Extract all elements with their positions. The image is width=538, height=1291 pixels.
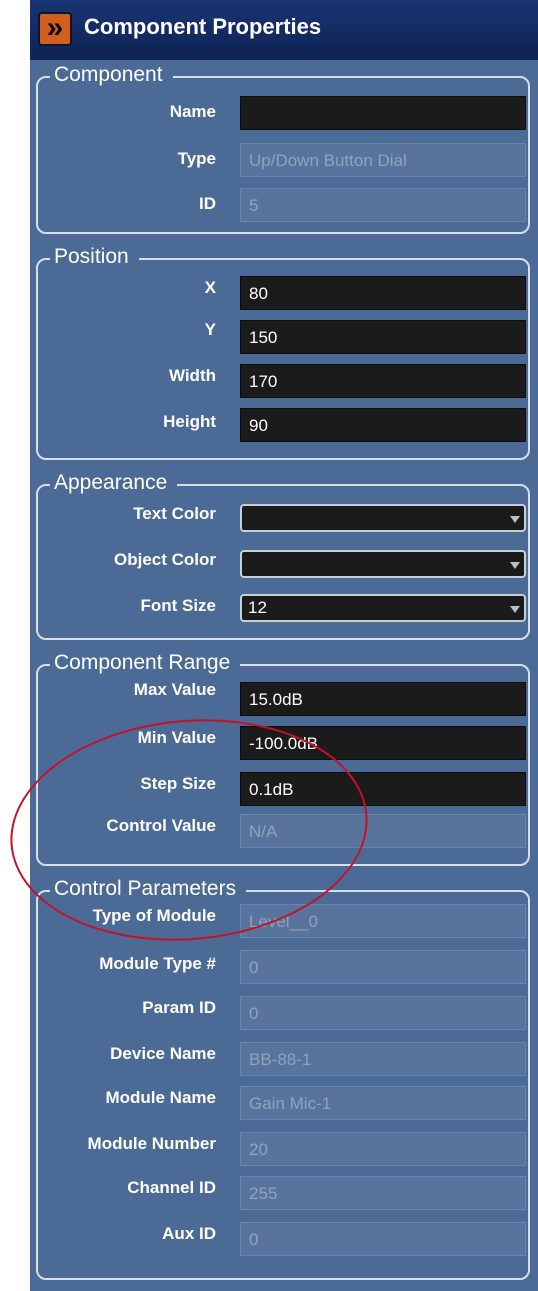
chevron-down-icon — [510, 562, 520, 569]
module-type-number-field: 0 — [240, 950, 526, 984]
height-field[interactable]: 90 — [240, 408, 526, 442]
device-name-label: Device Name — [110, 1044, 216, 1063]
type-label: Type — [177, 149, 216, 168]
x-label: X — [204, 278, 216, 297]
position-group: Position X 80 Y 150 Width 170 Height 90 — [36, 244, 530, 460]
chevron-down-icon — [510, 606, 520, 613]
text-color-label: Text Color — [133, 504, 216, 523]
text-color-select[interactable] — [240, 504, 526, 532]
object-color-label: Object Color — [113, 550, 216, 569]
name-label: Name — [169, 102, 216, 121]
object-color-select[interactable] — [240, 550, 526, 578]
x-field[interactable]: 80 — [240, 276, 526, 310]
component-properties-panel: » Component Properties Component Name Ty… — [30, 0, 538, 1291]
control-value-label: Control Value — [106, 816, 216, 835]
type-of-module-field: Level__0 — [240, 904, 526, 938]
width-field[interactable]: 170 — [240, 364, 526, 398]
y-field[interactable]: 150 — [240, 320, 526, 354]
aux-id-label: Aux ID — [162, 1224, 216, 1243]
component-group: Component Name Type Up/Down Button Dial … — [36, 62, 530, 234]
font-size-label: Font Size — [140, 596, 216, 615]
step-size-label: Step Size — [140, 774, 216, 793]
collapse-button[interactable]: » — [38, 12, 72, 46]
control-parameters-group-legend: Control Parameters — [50, 876, 247, 902]
appearance-group: Appearance Text Color Object Color Font … — [36, 470, 530, 640]
type-field: Up/Down Button Dial — [240, 143, 526, 177]
device-name-field: BB-88-1 — [240, 1042, 526, 1076]
name-field[interactable] — [240, 96, 526, 130]
id-label: ID — [199, 194, 216, 213]
max-value-field[interactable]: 15.0dB — [240, 682, 526, 716]
param-id-field: 0 — [240, 996, 526, 1030]
control-value-field: N/A — [240, 814, 526, 848]
module-name-label: Module Name — [105, 1088, 216, 1107]
max-value-label: Max Value — [133, 680, 216, 699]
min-value-label: Min Value — [137, 728, 216, 747]
channel-id-label: Channel ID — [127, 1178, 216, 1197]
appearance-group-legend: Appearance — [50, 470, 178, 496]
aux-id-field: 0 — [240, 1222, 526, 1256]
component-group-legend: Component — [50, 62, 173, 88]
module-number-label: Module Number — [87, 1134, 216, 1153]
height-label: Height — [163, 412, 216, 431]
component-range-group: Component Range Max Value 15.0dB Min Val… — [36, 650, 530, 866]
step-size-field[interactable]: 0.1dB — [240, 772, 526, 806]
width-label: Width — [168, 366, 216, 385]
channel-id-field: 255 — [240, 1176, 526, 1210]
chevron-down-icon — [510, 516, 520, 523]
component-range-group-legend: Component Range — [50, 650, 241, 676]
panel-title: Component Properties — [84, 14, 322, 39]
min-value-field[interactable]: -100.0dB — [240, 726, 526, 760]
control-parameters-group: Control Parameters Type of Module Level_… — [36, 876, 530, 1280]
param-id-label: Param ID — [142, 998, 216, 1017]
type-of-module-label: Type of Module — [92, 906, 216, 925]
panel-header: » Component Properties — [30, 0, 538, 60]
font-size-value: 12 — [248, 598, 267, 617]
module-name-field: Gain Mic-1 — [240, 1086, 526, 1120]
position-group-legend: Position — [50, 244, 139, 270]
id-field: 5 — [240, 188, 526, 222]
y-label: Y — [204, 320, 216, 339]
module-type-number-label: Module Type # — [99, 954, 216, 973]
font-size-select[interactable]: 12 — [240, 594, 526, 622]
module-number-field: 20 — [240, 1132, 526, 1166]
double-chevron-right-icon: » — [46, 11, 64, 44]
